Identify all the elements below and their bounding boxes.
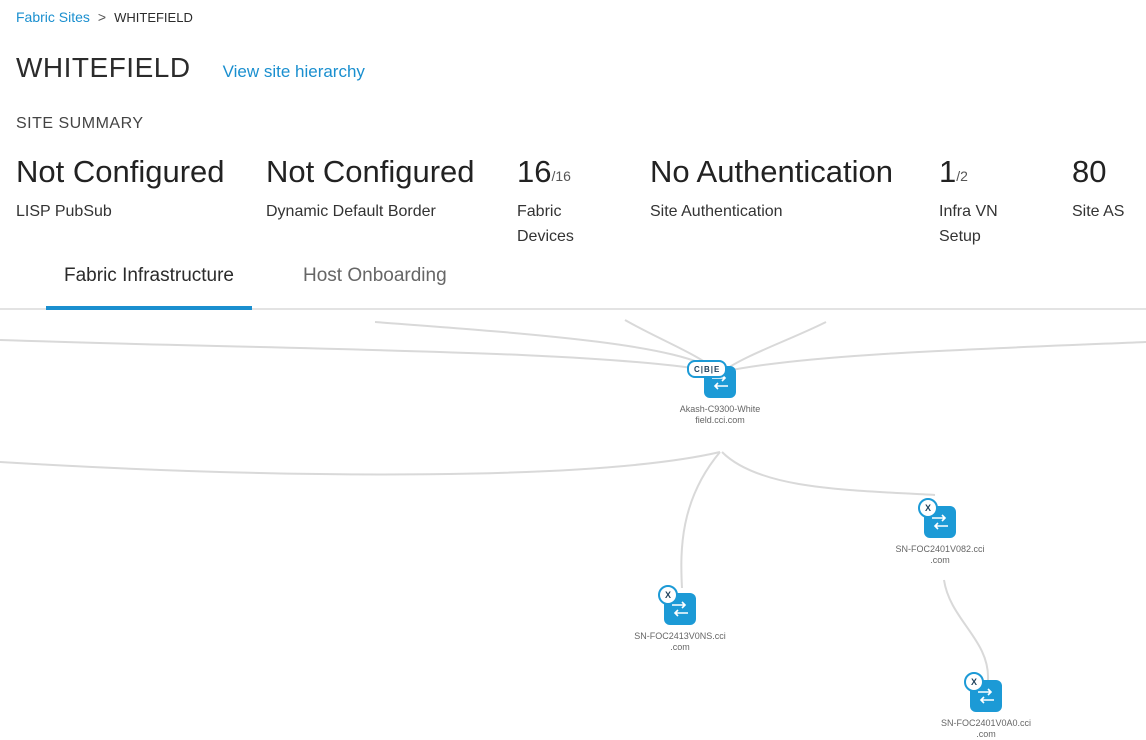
link-to-v082 xyxy=(721,451,936,496)
stat-label: Fabric Devices xyxy=(517,199,574,249)
node-name-line1: Akash-C9300-White xyxy=(679,404,761,414)
link-left-top xyxy=(0,339,719,373)
tab-fabric-infrastructure[interactable]: Fabric Infrastructure xyxy=(46,265,252,310)
link-right-top xyxy=(721,341,1146,373)
stat-value: Not Configured xyxy=(266,154,475,189)
title-row: WHITEFIELD View site hierarchy xyxy=(16,52,365,84)
stat-value: Not Configured xyxy=(16,154,225,189)
stat-site-authentication: No Authentication Site Authentication xyxy=(650,154,893,224)
stat-label: Infra VN Setup xyxy=(939,199,998,249)
breadcrumb-current: WHITEFIELD xyxy=(114,9,193,25)
stat-lisp-pubsub: Not Configured LISP PubSub xyxy=(16,154,225,224)
stat-count: 1 xyxy=(939,154,957,189)
node-name-line2: .com xyxy=(670,642,690,652)
stat-label-line1: Infra VN xyxy=(939,203,998,220)
stat-fabric-devices: 16/16 Fabric Devices xyxy=(517,154,574,249)
stat-label-line2: Setup xyxy=(939,228,981,245)
stat-label-line2: Devices xyxy=(517,228,574,245)
node-name-line1: SN-FOC2413V0NS.cci xyxy=(634,631,726,641)
node-name: SN-FOC2413V0NS.cci .com xyxy=(620,631,740,653)
node-name: Akash-C9300-White field.cci.com xyxy=(660,404,780,426)
topology-node-v0a0[interactable]: X SN-FOC2401V0A0.cci .com xyxy=(926,672,1046,740)
tab-bar: Fabric Infrastructure Host Onboarding xyxy=(0,253,1146,310)
x-badge: X xyxy=(658,585,678,605)
node-name-line1: SN-FOC2401V082.cci xyxy=(895,544,985,554)
stat-dynamic-default-border: Not Configured Dynamic Default Border xyxy=(266,154,475,224)
node-name: SN-FOC2401V0A0.cci .com xyxy=(926,718,1046,740)
stat-site-as: 80 Site AS xyxy=(1072,154,1124,224)
stat-label: Dynamic Default Border xyxy=(266,203,436,220)
stat-value: No Authentication xyxy=(650,154,894,189)
node-name-line2: .com xyxy=(930,555,950,565)
node-name: SN-FOC2401V082.cci .com xyxy=(880,544,1000,566)
stat-total: /2 xyxy=(956,168,968,184)
view-site-hierarchy-link[interactable]: View site hierarchy xyxy=(223,62,365,82)
topology-node-v0ns[interactable]: X SN-FOC2413V0NS.cci .com xyxy=(620,585,740,653)
topology-canvas[interactable]: C|B|E Akash-C9300-White field.cci.com X … xyxy=(0,310,1146,740)
stat-infra-vn-setup: 1/2 Infra VN Setup xyxy=(939,154,998,249)
stat-label: Site Authentication xyxy=(650,203,783,220)
link-left-mid xyxy=(0,451,721,476)
breadcrumb-fabric-sites-link[interactable]: Fabric Sites xyxy=(16,9,90,25)
stat-label: Site AS xyxy=(1072,203,1125,220)
topology-node-v082[interactable]: X SN-FOC2401V082.cci .com xyxy=(880,498,1000,566)
node-name-line2: .com xyxy=(976,729,996,739)
stat-value: 16/16 xyxy=(517,154,574,190)
stat-total: /16 xyxy=(551,168,571,184)
topology-node-akash[interactable]: C|B|E Akash-C9300-White field.cci.com xyxy=(660,360,780,426)
cbe-badge: C|B|E xyxy=(687,360,728,378)
node-name-line1: SN-FOC2401V0A0.cci xyxy=(940,718,1032,728)
link-to-v0ns xyxy=(680,451,721,589)
breadcrumb-chevron-icon: > xyxy=(97,9,107,25)
stat-count: 16 xyxy=(517,154,552,189)
page-title: WHITEFIELD xyxy=(16,52,191,83)
stat-label: LISP PubSub xyxy=(16,203,112,220)
site-summary-heading: SITE SUMMARY xyxy=(16,115,144,132)
node-name-line2: field.cci.com xyxy=(695,415,745,425)
x-badge: X xyxy=(918,498,938,518)
stat-value: 1/2 xyxy=(939,154,998,190)
tab-host-onboarding[interactable]: Host Onboarding xyxy=(303,265,447,306)
link-v082-to-v0a0 xyxy=(943,579,990,681)
x-badge: X xyxy=(964,672,984,692)
breadcrumb: Fabric Sites > WHITEFIELD xyxy=(16,9,193,25)
stat-label-line1: Fabric xyxy=(517,203,562,220)
stat-value: 80 xyxy=(1072,154,1107,189)
